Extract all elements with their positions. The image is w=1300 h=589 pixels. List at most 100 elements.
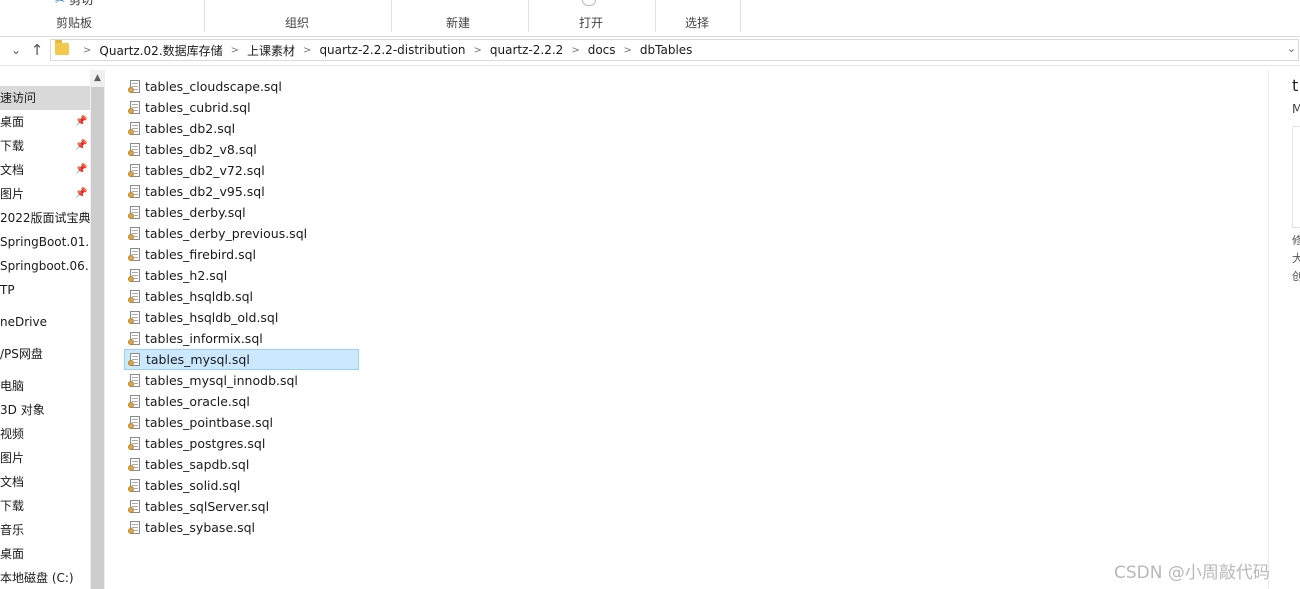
breadcrumb-item[interactable]: docs [588, 43, 616, 57]
nav-item-pc-documents[interactable]: 文档 [0, 470, 90, 494]
ribbon-group-clipboard: 剪贴板 [56, 16, 93, 30]
chevron-right-icon[interactable]: > [231, 45, 239, 56]
file-item[interactable]: tables_db2.sql [124, 118, 359, 139]
preview-meta: M [1292, 102, 1300, 116]
preview-thumbnail [1292, 126, 1300, 228]
ribbon-divider [204, 0, 205, 32]
nav-item-pictures[interactable]: 图片 📌 [0, 182, 90, 206]
file-item[interactable]: tables_derby_previous.sql [124, 223, 359, 244]
file-item-selected[interactable]: tables_mysql.sql [124, 349, 359, 370]
file-item[interactable]: tables_db2_v95.sql [124, 181, 359, 202]
nav-item-3d-objects[interactable]: 3D 对象 [0, 398, 90, 422]
file-item[interactable]: tables_hsqldb.sql [124, 286, 359, 307]
file-item[interactable]: tables_sqlServer.sql [124, 496, 359, 517]
preview-pane-divider[interactable] [1268, 70, 1269, 589]
file-item[interactable]: tables_solid.sql [124, 475, 359, 496]
chevron-down-icon[interactable]: ⌄ [1287, 42, 1296, 55]
nav-item-pc-downloads[interactable]: 下载 [0, 494, 90, 518]
nav-item-pc-pictures[interactable]: 图片 [0, 446, 90, 470]
sql-file-icon [128, 227, 140, 240]
preview-title: t [1292, 76, 1299, 95]
ribbon-group-organize: 组织 [285, 16, 310, 30]
pin-icon: 📌 [75, 188, 88, 199]
file-item[interactable]: tables_firebird.sql [124, 244, 359, 265]
nav-item-pc-desktop[interactable]: 桌面 [0, 542, 90, 566]
ribbon-group-select: 选择 [685, 16, 710, 30]
file-item[interactable]: tables_postgres.sql [124, 433, 359, 454]
chevron-right-icon[interactable]: > [474, 45, 482, 56]
cut-button[interactable]: ✂ 剪切 [55, 0, 93, 8]
nav-scrollbar[interactable]: ▲ [90, 70, 105, 589]
pin-icon: 📌 [75, 164, 88, 175]
chevron-right-icon[interactable]: > [624, 45, 632, 56]
sql-file-icon [128, 416, 140, 429]
breadcrumb: > Quartz.02.数据库存储 > 上课素材 > quartz-2.2.2-… [75, 40, 692, 60]
nav-item-videos[interactable]: 视频 [0, 422, 90, 446]
breadcrumb-item[interactable]: quartz-2.2.2-distribution [319, 43, 465, 57]
ribbon-divider [391, 0, 392, 32]
nav-item-quick-access[interactable]: 速访问 [0, 86, 90, 110]
chevron-right-icon[interactable]: > [303, 45, 311, 56]
file-item[interactable]: tables_sybase.sql [124, 517, 359, 538]
sql-file-icon [128, 395, 140, 408]
nav-item-downloads[interactable]: 下载 📌 [0, 134, 90, 158]
nav-item-tp[interactable]: TP [0, 278, 90, 302]
preview-detail-modified: 修 [1292, 234, 1300, 247]
sql-file-icon [128, 185, 140, 198]
nav-item-documents[interactable]: 文档 📌 [0, 158, 90, 182]
file-item[interactable]: tables_pointbase.sql [124, 412, 359, 433]
file-item[interactable]: tables_db2_v8.sql [124, 139, 359, 160]
nav-item-interview-handbook[interactable]: 2022版面试宝典 [0, 206, 90, 230]
file-item[interactable]: tables_informix.sql [124, 328, 359, 349]
nav-item-onedrive[interactable]: neDrive [0, 310, 90, 334]
nav-item-springboot-06[interactable]: Springboot.06.自 [0, 254, 90, 278]
sql-file-icon [128, 164, 140, 177]
ribbon-group-new: 新建 [446, 16, 471, 30]
sql-file-icon [128, 290, 140, 303]
address-bar[interactable]: > Quartz.02.数据库存储 > 上课素材 > quartz-2.2.2-… [50, 39, 1299, 61]
file-item[interactable]: tables_h2.sql [124, 265, 359, 286]
ribbon-group-open: 打开 [579, 16, 604, 30]
file-item[interactable]: tables_hsqldb_old.sql [124, 307, 359, 328]
sql-file-icon [128, 248, 140, 261]
breadcrumb-item[interactable]: Quartz.02.数据库存储 [99, 42, 222, 59]
nav-item-local-disk-c[interactable]: 本地磁盘 (C:) [0, 566, 90, 589]
sql-file-icon [128, 437, 140, 450]
file-item[interactable]: tables_db2_v72.sql [124, 160, 359, 181]
up-arrow-icon[interactable]: ↑ [29, 41, 45, 59]
file-item[interactable]: tables_cloudscape.sql [124, 76, 359, 97]
watermark: CSDN @小周敲代码 [1114, 563, 1270, 583]
file-item[interactable]: tables_sapdb.sql [124, 454, 359, 475]
preview-detail-size: 大 [1292, 252, 1300, 265]
chevron-right-icon[interactable]: > [83, 45, 91, 56]
sql-file-icon [128, 458, 140, 471]
breadcrumb-item[interactable]: dbTables [640, 43, 693, 57]
ribbon: ✂ 剪切 剪贴板 组织 新建 打开 选择 [0, 0, 1300, 37]
ribbon-divider [740, 0, 741, 32]
nav-item-springboot-01[interactable]: SpringBoot.01.自 [0, 230, 90, 254]
sql-file-icon [128, 269, 140, 282]
pin-icon: 📌 [75, 116, 88, 127]
file-item[interactable]: tables_oracle.sql [124, 391, 359, 412]
pin-icon: 📌 [75, 140, 88, 151]
sql-file-icon [128, 374, 140, 387]
chevron-right-icon[interactable]: > [571, 45, 579, 56]
file-item[interactable]: tables_mysql_innodb.sql [124, 370, 359, 391]
nav-item-music[interactable]: 音乐 [0, 518, 90, 542]
sql-file-icon [128, 353, 140, 366]
nav-item-this-pc[interactable]: 电脑 [0, 374, 90, 398]
scroll-up-arrow-icon[interactable]: ▲ [90, 70, 105, 87]
sql-file-icon [128, 479, 140, 492]
sql-file-icon [128, 332, 140, 345]
nav-item-desktop[interactable]: 桌面 📌 [0, 110, 90, 134]
scrollbar-thumb[interactable] [91, 87, 104, 589]
sql-file-icon [128, 143, 140, 156]
breadcrumb-item[interactable]: quartz-2.2.2 [490, 43, 563, 57]
recent-locations-chevron-icon[interactable]: ⌄ [8, 41, 24, 59]
nav-item-wps-drive[interactable]: /PS网盘 [0, 342, 90, 366]
file-item[interactable]: tables_cubrid.sql [124, 97, 359, 118]
file-item[interactable]: tables_derby.sql [124, 202, 359, 223]
scissors-icon: ✂ [55, 0, 66, 7]
breadcrumb-item[interactable]: 上课素材 [247, 42, 295, 59]
open-icon [582, 0, 596, 6]
